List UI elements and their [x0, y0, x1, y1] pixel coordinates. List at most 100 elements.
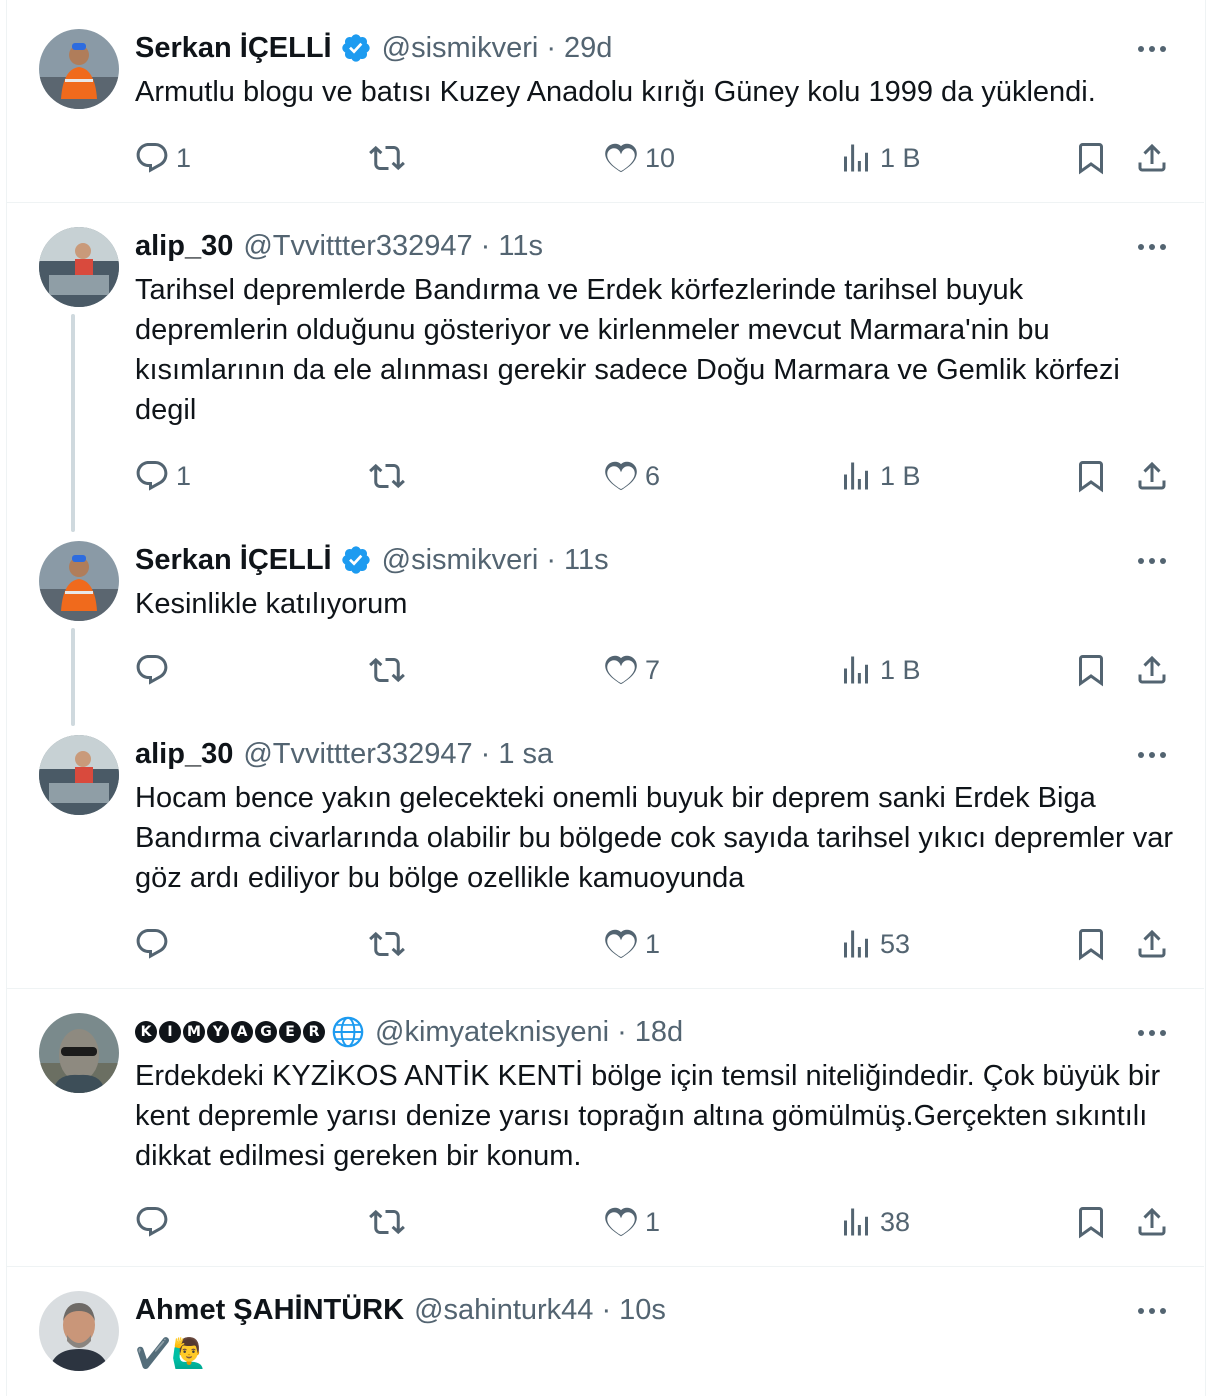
views-icon [844, 1208, 868, 1236]
separator: · [601, 1293, 612, 1326]
avatar[interactable] [39, 227, 119, 307]
user-handle[interactable]: @sismikveri [382, 544, 539, 577]
bookmark-button[interactable] [1073, 138, 1109, 178]
retweet-button[interactable] [369, 138, 405, 178]
like-button[interactable]: 1 [603, 1202, 660, 1242]
name-letter: M [183, 1021, 205, 1043]
share-button[interactable] [1134, 650, 1170, 690]
globe-icon [332, 1016, 364, 1048]
reply-button[interactable] [134, 924, 170, 964]
more-icon[interactable] [1134, 232, 1170, 262]
more-icon[interactable] [1134, 1018, 1170, 1048]
reply-icon [136, 929, 168, 959]
retweet-icon [369, 463, 405, 489]
display-name[interactable]: K I M Y A G E R [135, 1015, 365, 1049]
tweet-1[interactable]: Serkan İÇELLİ @sismikveri · 29d Armutlu … [6, 0, 1204, 202]
timestamp[interactable]: 11s [498, 230, 543, 263]
display-name[interactable]: Ahmet ŞAHİNTÜRK [135, 1294, 404, 1327]
more-icon[interactable] [1134, 740, 1170, 770]
views-button[interactable]: 1 B [838, 456, 921, 496]
bookmark-button[interactable] [1073, 924, 1109, 964]
views-count: 1 B [880, 142, 921, 173]
name-letter: Y [207, 1021, 229, 1043]
timestamp[interactable]: 1 sa [498, 738, 553, 771]
retweet-button[interactable] [369, 650, 405, 690]
tweet-3[interactable]: Serkan İÇELLİ @sismikveri · 11s Kesinlik… [6, 517, 1204, 727]
reply-button[interactable] [134, 650, 170, 690]
reply-button[interactable]: 1 [134, 138, 191, 178]
tweet-actions: 1 38 [6, 1202, 1204, 1242]
views-button[interactable]: 38 [838, 1202, 910, 1242]
tweet-actions: 1 10 1 B [6, 138, 1204, 178]
tweet-text: Armutlu blogu ve batısı Kuzey Anadolu kı… [135, 76, 1096, 108]
avatar[interactable] [39, 735, 119, 815]
display-name[interactable]: alip_30 [135, 738, 233, 771]
retweet-button[interactable] [369, 456, 405, 496]
verified-badge-icon [341, 546, 370, 574]
tweet-text: Hocam bence yakın gelecekteki onemli buy… [135, 782, 1182, 894]
like-button[interactable]: 1 [603, 924, 660, 964]
retweet-button[interactable] [369, 1202, 405, 1242]
timestamp[interactable]: 29d [564, 32, 612, 65]
timestamp[interactable]: 11s [564, 544, 609, 577]
user-handle[interactable]: @Tvvittter332947 [243, 738, 472, 771]
reply-button[interactable]: 1 [134, 456, 191, 496]
like-button[interactable]: 6 [603, 456, 660, 496]
views-icon [844, 930, 868, 958]
views-icon [844, 144, 868, 172]
tweet-actions: 1 6 1 B [6, 456, 1204, 496]
name-letter: I [159, 1021, 181, 1043]
views-icon [844, 656, 868, 684]
reply-count: 1 [176, 142, 192, 173]
tweet-2[interactable]: alip_30 @Tvvittter332947 · 11s Tarihsel … [6, 203, 1204, 533]
tweet-text: ✔️🙋‍♂️ [135, 1338, 208, 1370]
bookmark-button[interactable] [1073, 456, 1109, 496]
user-handle[interactable]: @kimyateknisyeni [375, 1016, 609, 1049]
more-icon[interactable] [1134, 546, 1170, 576]
views-button[interactable]: 1 B [838, 138, 921, 178]
tweet-text: Erdekdeki KYZİKOS ANTİK KENTİ bölge için… [135, 1060, 1169, 1172]
views-count: 53 [880, 928, 911, 959]
timestamp[interactable]: 18d [635, 1016, 683, 1049]
views-button[interactable]: 1 B [838, 650, 921, 690]
avatar[interactable] [39, 1013, 119, 1093]
avatar[interactable] [39, 29, 119, 109]
more-icon[interactable] [1134, 1296, 1170, 1326]
bookmark-button[interactable] [1073, 650, 1109, 690]
share-icon [1138, 929, 1166, 958]
tweet-6[interactable]: Ahmet ŞAHİNTÜRK @sahinturk44 · 10s ✔️🙋‍♂… [6, 1267, 1204, 1396]
user-handle[interactable]: @Tvvittter332947 [243, 230, 472, 263]
separator: · [546, 31, 557, 64]
avatar[interactable] [39, 1291, 119, 1371]
tweet-header: alip_30 @Tvvittter332947 · 11s [135, 226, 543, 266]
share-button[interactable] [1134, 456, 1170, 496]
share-button[interactable] [1134, 1202, 1170, 1242]
display-name[interactable]: Serkan İÇELLİ [135, 544, 332, 577]
share-button[interactable] [1134, 924, 1170, 964]
tweet-4[interactable]: alip_30 @Tvvittter332947 · 1 sa Hocam be… [6, 711, 1204, 987]
more-icon[interactable] [1134, 34, 1170, 64]
bookmark-icon [1079, 143, 1103, 175]
timestamp[interactable]: 10s [619, 1294, 666, 1327]
separator: · [480, 737, 491, 770]
separator: · [617, 1015, 627, 1048]
share-icon [1138, 461, 1166, 490]
bookmark-button[interactable] [1073, 1202, 1109, 1242]
reply-button[interactable] [134, 1202, 170, 1242]
separator: · [546, 543, 557, 576]
reply-icon [136, 1207, 168, 1237]
views-button[interactable]: 53 [838, 924, 910, 964]
like-button[interactable]: 10 [603, 138, 675, 178]
tweet-5[interactable]: K I M Y A G E R @kimyateknisyeni · 18d E… [6, 989, 1204, 1265]
avatar[interactable] [39, 541, 119, 621]
retweet-button[interactable] [369, 924, 405, 964]
retweet-icon [369, 145, 405, 171]
display-name[interactable]: Serkan İÇELLİ [135, 32, 332, 65]
user-handle[interactable]: @sismikveri [382, 32, 539, 65]
like-button[interactable]: 7 [603, 650, 660, 690]
heart-icon [605, 929, 637, 959]
name-letter: E [279, 1021, 301, 1043]
user-handle[interactable]: @sahinturk44 [414, 1294, 593, 1327]
display-name[interactable]: alip_30 [135, 230, 233, 263]
share-button[interactable] [1134, 138, 1170, 178]
